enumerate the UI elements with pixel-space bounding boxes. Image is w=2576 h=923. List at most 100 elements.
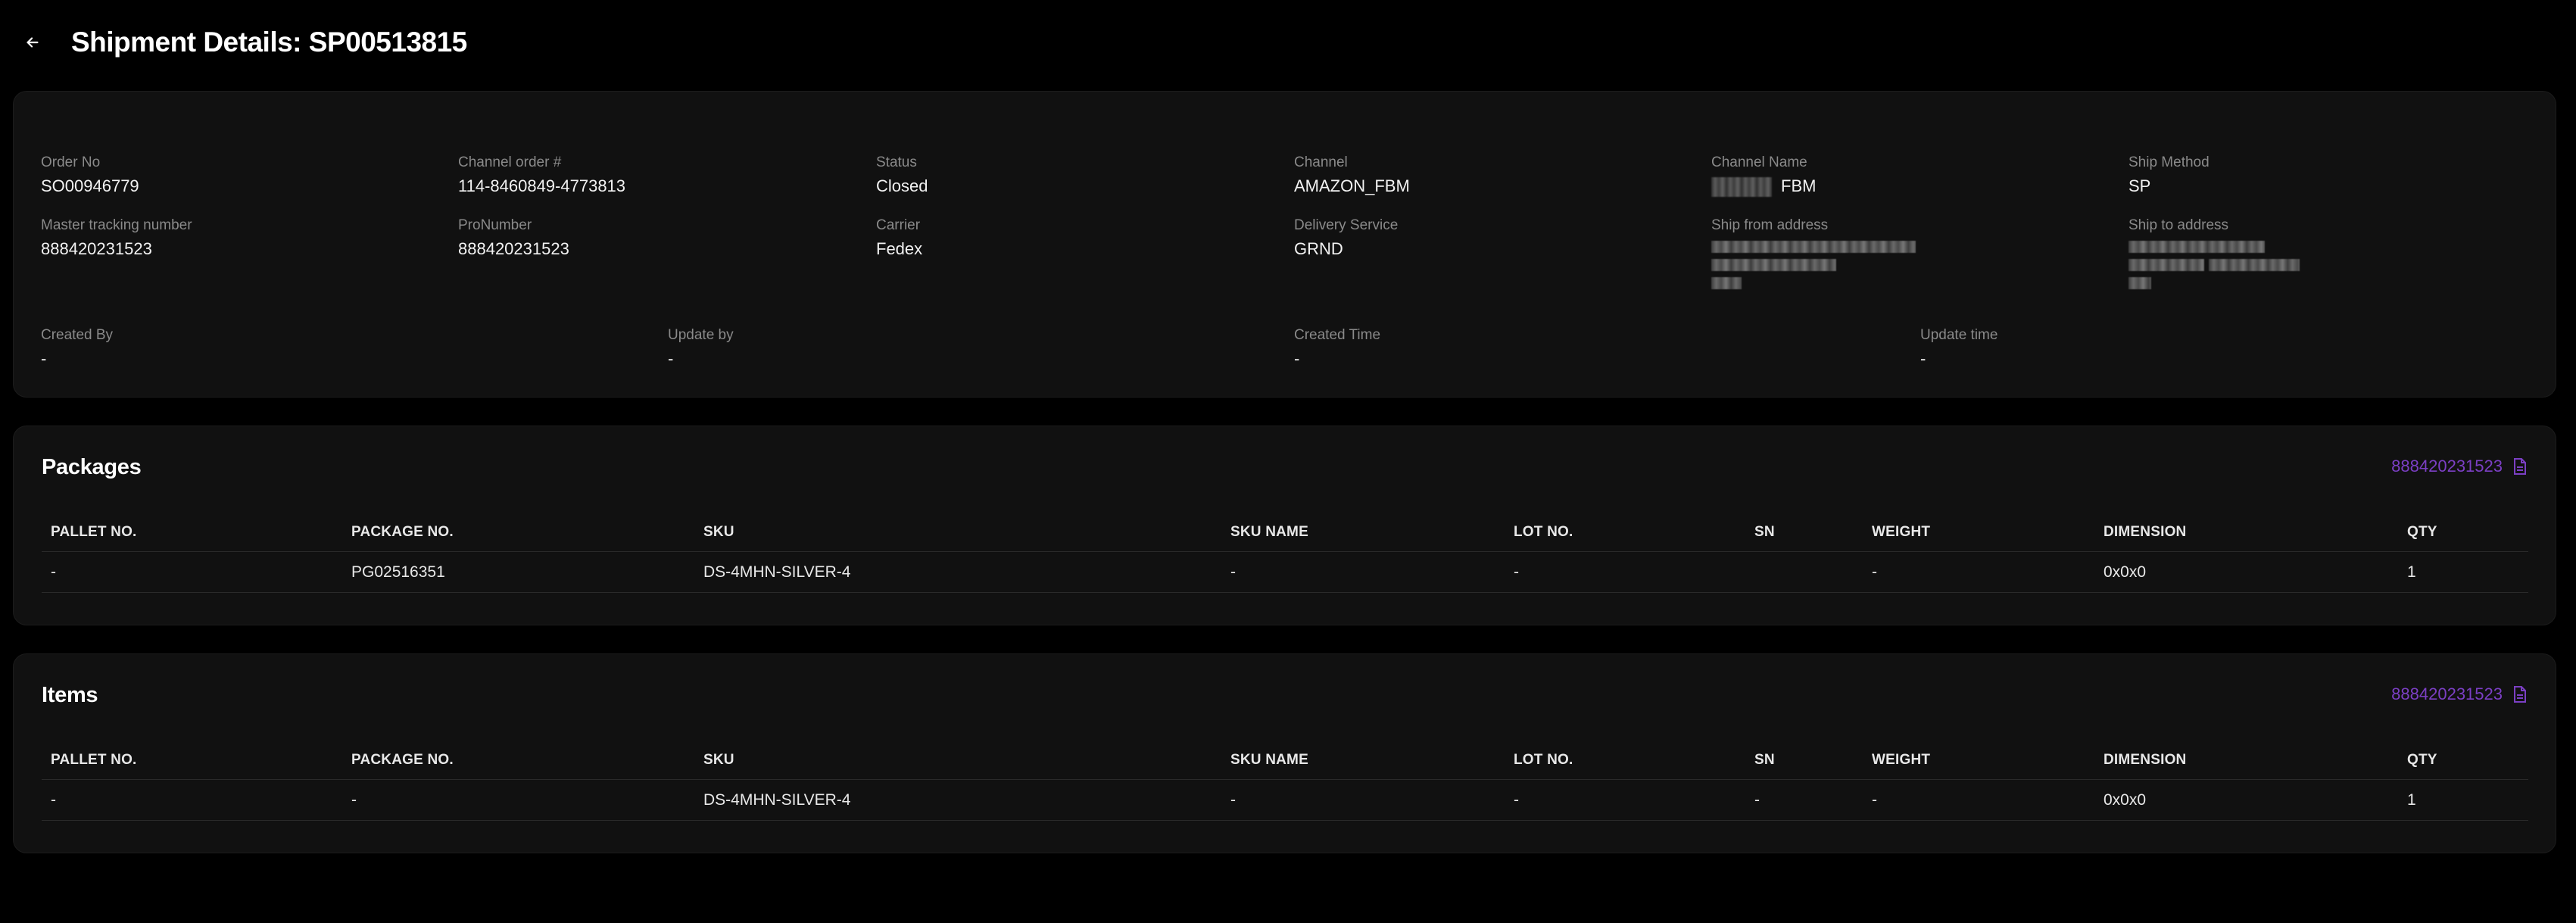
table-header: PALLET NO. PACKAGE NO. SKU SKU NAME LOT … [42,741,2528,780]
page-title: Shipment Details: SP00513815 [71,27,467,58]
cell-lot-no: - [1514,790,1519,809]
field-value: 888420231523 [458,239,569,258]
field-label: Created By [41,327,114,343]
field-label: Channel order # [458,154,562,170]
cell-sku-name: - [1230,563,1236,581]
field-value: GRND [1294,239,1343,258]
channel-name-text: FBM [1781,176,1817,195]
field-created-by: Created By - [41,326,113,370]
field-value: - [668,349,674,368]
cell-package-no: PG02516351 [351,563,445,581]
cell-sku: DS-4MHN-SILVER-4 [703,563,851,581]
redacted-address [1711,241,1916,289]
field-value: SO00946779 [41,176,139,195]
field-label: Channel [1294,154,1348,170]
cell-package-no: - [351,790,357,809]
field-label: Created Time [1294,327,1381,343]
field-value: 114-8460849-4773813 [458,176,626,195]
redacted-address [2128,241,2300,289]
document-icon [2514,458,2526,475]
back-button[interactable] [21,31,44,54]
tracking-number-text: 888420231523 [2391,457,2503,476]
field-master-tracking: Master tracking number 888420231523 [41,217,192,260]
field-label: Update by [668,327,734,343]
col-sku: SKU [703,523,734,540]
field-ship-from-address: Ship from address [1711,217,1916,289]
cell-sn: - [1754,790,1760,809]
redacted-text [1711,177,1772,198]
field-label: Ship to address [2128,217,2229,233]
col-dimension: DIMENSION [2104,751,2187,768]
packages-card: Packages 888420231523 PALLET NO. PACKAGE… [13,426,2556,625]
field-ship-method: Ship Method SP [2128,154,2210,198]
field-label: Master tracking number [41,217,192,233]
table-row: - - DS-4MHN-SILVER-4 - - - - 0x0x0 1 [42,780,2528,821]
col-package-no: PACKAGE NO. [351,751,454,768]
col-weight: WEIGHT [1872,751,1931,768]
col-sn: SN [1754,751,1775,768]
field-value: Fedex [876,239,923,258]
field-value: 888420231523 [41,239,152,258]
items-tracking-link[interactable]: 888420231523 [2391,684,2527,704]
col-sku-name: SKU NAME [1230,523,1308,540]
field-update-by: Update by - [668,326,734,370]
field-label: Status [876,154,917,170]
items-card: Items 888420231523 PALLET NO. PACKAGE NO… [13,653,2556,853]
field-status: Status Closed [876,154,928,198]
cell-weight: - [1872,790,1877,809]
tracking-number-text: 888420231523 [2391,684,2503,703]
shipment-details-card: Order No SO00946779 Channel order # 114-… [13,91,2556,398]
table-row: - PG02516351 DS-4MHN-SILVER-4 - - - 0x0x… [42,552,2528,593]
field-delivery-service: Delivery Service GRND [1294,217,1398,260]
field-value: - [1920,349,1926,368]
col-sku-name: SKU NAME [1230,751,1308,768]
field-value: - [41,349,47,368]
field-label: Channel Name [1711,154,1807,170]
field-label: Ship Method [2128,154,2210,170]
cell-sku-name: - [1230,790,1236,809]
field-channel: Channel AMAZON_FBM [1294,154,1410,198]
field-update-time: Update time - [1920,326,1997,370]
col-package-no: PACKAGE NO. [351,523,454,540]
field-label: Update time [1920,327,1998,343]
field-label: Order No [41,154,101,170]
field-value: - [1294,349,1300,368]
cell-lot-no: - [1514,563,1519,581]
field-value: SP [2128,176,2151,195]
field-channel-name: Channel Name FBM [1711,154,1816,198]
packages-tracking-link[interactable]: 888420231523 [2391,457,2527,476]
field-label: Ship from address [1711,217,1829,233]
field-carrier: Carrier Fedex [876,217,922,260]
field-label: Delivery Service [1294,217,1399,233]
col-pallet-no: PALLET NO. [51,751,137,768]
cell-pallet-no: - [51,790,56,809]
field-value: AMAZON_FBM [1294,176,1410,195]
col-dimension: DIMENSION [2104,523,2187,540]
field-value: FBM [1711,175,1816,198]
packages-table: PALLET NO. PACKAGE NO. SKU SKU NAME LOT … [42,513,2528,593]
col-qty: QTY [2407,523,2437,540]
section-title: Packages [42,455,142,479]
field-label: ProNumber [458,217,532,233]
table-header: PALLET NO. PACKAGE NO. SKU SKU NAME LOT … [42,513,2528,552]
col-lot-no: LOT NO. [1514,523,1573,540]
document-icon [2514,686,2526,703]
arrow-left-icon [27,37,39,48]
page-header: Shipment Details: SP00513815 [21,23,467,62]
col-lot-no: LOT NO. [1514,751,1573,768]
col-qty: QTY [2407,751,2437,768]
field-ship-to-address: Ship to address [2128,217,2300,289]
col-sku: SKU [703,751,734,768]
field-pro-number: ProNumber 888420231523 [458,217,569,260]
field-channel-order: Channel order # 114-8460849-4773813 [458,154,625,198]
cell-dimension: 0x0x0 [2104,790,2147,809]
field-value: Closed [876,176,928,195]
field-label: Carrier [876,217,921,233]
cell-qty: 1 [2407,563,2416,581]
field-order-no: Order No SO00946779 [41,154,139,198]
cell-qty: 1 [2407,790,2416,809]
cell-weight: - [1872,563,1877,581]
col-pallet-no: PALLET NO. [51,523,137,540]
field-created-time: Created Time - [1294,326,1380,370]
col-weight: WEIGHT [1872,523,1931,540]
